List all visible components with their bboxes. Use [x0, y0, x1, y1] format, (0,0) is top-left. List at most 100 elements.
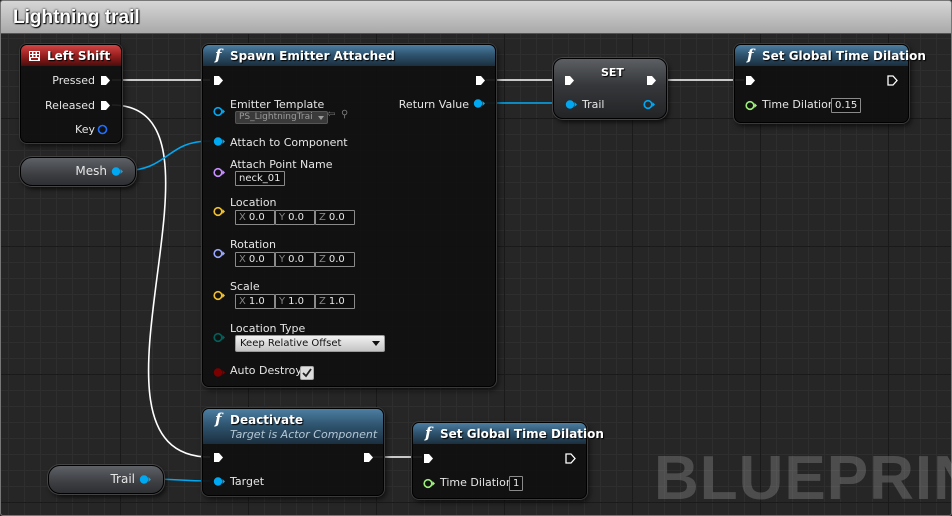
- y-axis-label: Y: [279, 296, 286, 307]
- node-title: Deactivate: [230, 413, 303, 427]
- emitter-template-value: PS_LightningTrai: [239, 112, 313, 122]
- object-pin-in-attach-to-component[interactable]: [213, 136, 225, 147]
- location-z-value: 0.0: [328, 212, 345, 223]
- checkmark-icon: [302, 368, 312, 378]
- object-pin-out-trail[interactable]: [643, 99, 655, 110]
- rotation-x-input[interactable]: X 0.0: [235, 252, 275, 267]
- location-x-input[interactable]: X 0.0: [235, 210, 275, 225]
- scale-y-input[interactable]: Y 1.0: [275, 294, 315, 309]
- y-axis-label: Y: [279, 212, 286, 223]
- attach-point-name-label: Attach Point Name: [230, 158, 333, 171]
- blueprint-graph-canvas[interactable]: Lightning trail Left Shift Pressed Relea…: [0, 0, 952, 516]
- object-pin-out-trail[interactable]: [139, 474, 151, 485]
- mesh-variable-node[interactable]: Mesh: [20, 157, 136, 186]
- function-icon: f: [425, 424, 432, 442]
- comment-title[interactable]: Lightning trail: [13, 7, 140, 29]
- exec-pin-out[interactable]: [887, 75, 898, 86]
- rotation-x-value: 0.0: [248, 254, 265, 265]
- z-axis-label: Z: [319, 254, 326, 265]
- node-title: Set Global Time Dilation: [440, 427, 604, 441]
- rotation-label: Rotation: [230, 238, 277, 251]
- auto-destroy-label: Auto Destroy: [230, 364, 302, 377]
- time-dilation-input[interactable]: 1: [509, 476, 524, 491]
- time-dilation-input[interactable]: 0.15: [831, 98, 862, 113]
- blueprint-watermark: BLUEPRINT: [654, 444, 952, 513]
- node-title: Spawn Emitter Attached: [230, 49, 395, 63]
- location-type-label: Location Type: [230, 322, 306, 335]
- comment-title-bar[interactable]: Lightning trail: [1, 1, 951, 34]
- set-global-time-dilation-node-top[interactable]: f Set Global Time Dilation Time Dilation…: [734, 44, 926, 123]
- rotation-y-input[interactable]: Y 0.0: [275, 252, 315, 267]
- struct-pin-out-key[interactable]: [97, 124, 108, 135]
- float-pin-in-time-dilation[interactable]: [423, 478, 435, 489]
- rotator-pin-in-rotation[interactable]: [213, 248, 225, 259]
- function-icon: f: [215, 410, 222, 428]
- exec-pin-out[interactable]: [475, 75, 486, 86]
- emitter-template-asset-picker[interactable]: PS_LightningTrai: [235, 111, 328, 124]
- function-icon: f: [215, 46, 222, 64]
- object-pin-in-trail[interactable]: [565, 99, 577, 110]
- scale-x-input[interactable]: X 1.0: [235, 294, 275, 309]
- location-type-dropdown[interactable]: Keep Relative Offset: [235, 335, 385, 352]
- trail-variable-label: Trail: [110, 472, 135, 486]
- set-trail-node[interactable]: SET Trail: [553, 58, 667, 119]
- exec-pin-out[interactable]: [565, 453, 576, 464]
- spawn-emitter-attached-node[interactable]: f Spawn Emitter Attached Emitter Templat…: [202, 44, 496, 387]
- float-pin-in-time-dilation[interactable]: [745, 100, 757, 111]
- exec-pin-out-released[interactable]: [100, 100, 111, 111]
- keyboard-icon: [29, 51, 40, 61]
- object-pin-out-return-value[interactable]: [473, 98, 485, 109]
- bool-pin-in-auto-destroy[interactable]: [213, 367, 225, 378]
- vector-pin-in-location[interactable]: [213, 206, 225, 217]
- node-title: Set Global Time Dilation: [762, 49, 926, 63]
- dropdown-arrow-icon: [372, 341, 380, 346]
- object-pin-in-target[interactable]: [213, 476, 225, 487]
- exec-pin-out[interactable]: [646, 75, 657, 86]
- exec-pin-in[interactable]: [213, 452, 224, 463]
- use-selected-arrow-icon[interactable]: ⇦: [327, 109, 335, 120]
- y-axis-label: Y: [279, 254, 286, 265]
- set-global-time-dilation-node-bottom[interactable]: f Set Global Time Dilation Time Dilation…: [412, 422, 604, 499]
- scale-z-value: 1.0: [328, 296, 345, 307]
- rotation-z-input[interactable]: Z 0.0: [315, 252, 355, 267]
- location-y-input[interactable]: Y 0.0: [275, 210, 315, 225]
- pressed-pin-label: Pressed: [52, 74, 95, 87]
- exec-pin-in[interactable]: [745, 75, 756, 86]
- vector-pin-in-scale[interactable]: [213, 290, 225, 301]
- auto-destroy-checkbox[interactable]: [300, 366, 314, 380]
- object-pin-out-mesh[interactable]: [111, 166, 123, 177]
- attach-point-name-input[interactable]: neck_01: [235, 171, 285, 186]
- trail-variable-node[interactable]: Trail: [48, 465, 164, 494]
- z-axis-label: Z: [319, 212, 326, 223]
- time-dilation-label: Time Dilation: [762, 98, 835, 111]
- time-dilation-label: Time Dilation: [440, 476, 513, 489]
- key-pin-label: Key: [75, 123, 95, 136]
- location-z-input[interactable]: Z 0.0: [315, 210, 355, 225]
- object-pin-in-emitter-template[interactable]: [213, 106, 225, 117]
- left-shift-event-node[interactable]: Left Shift Pressed Released Key: [20, 44, 122, 143]
- released-pin-label: Released: [45, 99, 95, 112]
- x-axis-label: X: [239, 296, 246, 307]
- trail-pin-label: Trail: [582, 98, 605, 111]
- location-x-value: 0.0: [248, 212, 265, 223]
- target-pin-label: Target: [230, 475, 265, 488]
- exec-pin-in[interactable]: [564, 75, 575, 86]
- scale-y-value: 1.0: [288, 296, 305, 307]
- x-axis-label: X: [239, 212, 246, 223]
- rotation-y-value: 0.0: [288, 254, 305, 265]
- return-value-label: Return Value: [398, 98, 469, 111]
- scale-z-input[interactable]: Z 1.0: [315, 294, 355, 309]
- node-title: SET: [601, 66, 624, 79]
- function-icon: f: [747, 46, 754, 64]
- enum-pin-in-location-type[interactable]: [213, 332, 225, 343]
- attach-to-component-label: Attach to Component: [230, 136, 348, 149]
- caret-down-icon: [317, 116, 324, 120]
- exec-pin-out-pressed[interactable]: [100, 75, 111, 86]
- browse-search-icon[interactable]: ⚲: [341, 109, 348, 120]
- name-pin-in-attach-point[interactable]: [213, 167, 225, 178]
- exec-pin-in[interactable]: [213, 75, 224, 86]
- mesh-variable-label: Mesh: [75, 164, 107, 178]
- exec-pin-in[interactable]: [423, 453, 434, 464]
- exec-pin-out[interactable]: [363, 452, 374, 463]
- deactivate-node[interactable]: f Deactivate Target is Actor Component T…: [202, 408, 384, 496]
